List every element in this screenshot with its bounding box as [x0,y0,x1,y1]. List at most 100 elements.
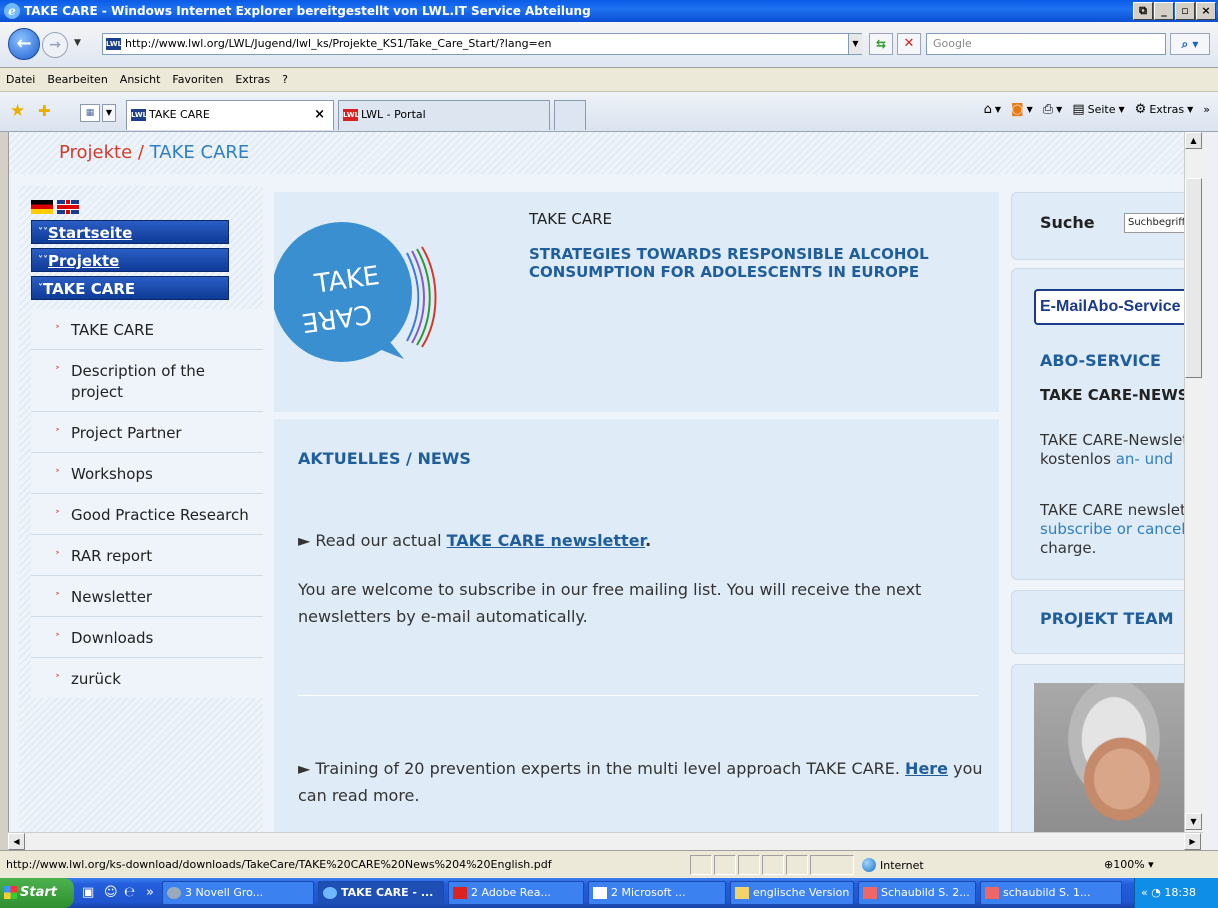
word-icon [593,887,607,899]
quicklaunch-ie-icon[interactable]: ℮ [124,885,135,900]
tray-expand-icon[interactable]: « [1141,886,1148,899]
task-schaubild-2[interactable]: Schaubild S. 2... [858,881,976,905]
read-more-link[interactable]: Here [905,759,948,778]
task-microsoft[interactable]: 2 Microsoft ... [588,881,726,905]
task-adobe[interactable]: 2 Adobe Rea... [448,881,584,905]
vertical-scroll-thumb[interactable] [1185,178,1202,378]
address-input[interactable]: LWL http://www.lwl.org/LWL/Jugend/lwl_ks… [102,33,862,55]
more-commands-button[interactable]: » [1203,103,1210,116]
task-take-care[interactable]: TAKE CARE - ... [318,881,444,905]
window-title: TAKE CARE - Windows Internet Explorer be… [24,4,591,18]
subscribe-link-en[interactable]: subscribe or cancel [1040,520,1184,539]
language-flags [31,200,79,214]
horizontal-scrollbar[interactable]: ◀ ▶ [8,832,1203,850]
subnav-item[interactable]: ˃ Downloads [31,617,263,658]
favorites-star-icon[interactable]: ★ [10,102,28,120]
quicklaunch-user-icon[interactable]: ☺ [104,885,118,900]
task-label: schaubild S. 1... [1003,886,1091,899]
search-input[interactable]: Google [926,33,1166,55]
menu-tools[interactable]: Extras [235,73,270,86]
english-flag-icon[interactable] [57,200,79,214]
subnav-item[interactable]: ˃ Good Practice Research [31,494,263,535]
forward-button[interactable]: → [42,32,68,58]
task-label: 2 Adobe Rea... [471,886,551,899]
nav-projekte[interactable]: ˅˅Projekte [31,248,229,272]
email-abo-service-banner[interactable]: E-MailAbo-Service [1034,289,1184,325]
back-button[interactable]: ← [8,28,40,60]
feeds-button[interactable]: ◙ ▼ [1011,102,1033,117]
add-favorite-icon[interactable]: ✚ [38,102,56,120]
subnav-item[interactable]: ˃ Newsletter [31,576,263,617]
zoom-icon: ⊕ [1104,858,1114,871]
task-label: 3 Novell Gro... [185,886,264,899]
security-zone[interactable]: Internet [862,858,924,872]
subnav-item[interactable]: ˃ Workshops [31,453,263,494]
site-search-input[interactable]: Suchbegriff [1124,213,1184,233]
network-icon[interactable]: ◔ [1151,886,1161,899]
tab-lwl-portal[interactable]: LWL LWL - Portal [338,100,550,130]
nav-take-care[interactable]: ˅TAKE CARE [31,276,229,300]
task-label: TAKE CARE - ... [341,886,434,899]
menu-favorites[interactable]: Favoriten [172,73,223,86]
close-button[interactable]: × [1196,2,1216,20]
nav-startseite[interactable]: ˅˅Startseite [31,220,229,244]
vertical-scrollbar[interactable]: ▲ ▼ [1184,132,1203,832]
scroll-up-icon[interactable]: ▲ [1185,132,1202,149]
quick-tabs-icon[interactable]: ▦ [80,104,100,122]
tools-menu-button[interactable]: ⚙ Extras ▼ [1135,102,1194,117]
subnav-item[interactable]: ˃ Description of the project [31,350,263,412]
project-subtitle: STRATEGIES TOWARDS RESPONSIBLE ALCOHOL C… [529,245,929,281]
abo-text: charge. [1040,539,1097,557]
clock[interactable]: 18:38 [1164,886,1196,899]
task-label: englische Version [753,886,850,899]
new-tab-button[interactable] [554,100,586,130]
subnav-label: TAKE CARE [71,321,154,339]
breadcrumb-parent[interactable]: Projekte [59,142,132,163]
task-novell[interactable]: 3 Novell Gro... [162,881,314,905]
subnav-item[interactable]: ˃ Project Partner [31,412,263,453]
subnav-item[interactable]: ˃ TAKE CARE [31,309,263,350]
tab-close-icon[interactable]: × [314,101,325,129]
menu-view[interactable]: Ansicht [120,73,161,86]
search-button[interactable]: ⌕ ▾ [1170,33,1210,55]
project-team-heading[interactable]: PROJEKT TEAM [1040,609,1174,628]
ie-icon [323,887,337,899]
stop-button[interactable]: ✕ [897,33,921,55]
folder-icon [735,887,749,899]
page-menu-label: Seite [1087,103,1116,116]
german-flag-icon[interactable] [31,200,53,214]
subnav-item[interactable]: ˃ RAR report [31,535,263,576]
subnav-item[interactable]: ˃ zurück [31,658,263,698]
history-dropdown[interactable]: ▼ [74,38,81,48]
quicklaunch-desktop-icon[interactable]: ▣ [82,885,94,900]
subscribe-link-de[interactable]: an- und [1116,450,1173,468]
project-title: TAKE CARE [529,210,612,228]
restore-icon[interactable]: ⧉ [1133,2,1153,20]
task-folder[interactable]: englische Version [730,881,854,905]
print-button[interactable]: ⎙ ▼ [1043,102,1063,117]
address-dropdown[interactable]: ▼ [848,34,862,54]
search-box: Suche Suchbegriff [1011,192,1184,260]
task-schaubild-1[interactable]: schaubild S. 1... [980,881,1122,905]
start-button[interactable]: Start [0,878,74,908]
team-photo-box [1011,664,1184,832]
menu-bar: Datei Bearbeiten Ansicht Favoriten Extra… [0,68,1218,92]
maximize-button[interactable]: ▫ [1175,2,1195,20]
zoom-level[interactable]: ⊕100% ▾ [1104,858,1154,871]
tab-list-dropdown[interactable]: ▼ [102,104,116,122]
scroll-down-icon[interactable]: ▼ [1185,813,1202,830]
quicklaunch-more-icon[interactable]: » [146,885,154,900]
menu-file[interactable]: Datei [6,73,35,86]
page-menu-button[interactable]: ▤ Seite ▼ [1072,102,1124,117]
subnav-label: Good Practice Research [71,506,249,524]
menu-help[interactable]: ? [282,73,288,86]
minimize-button[interactable]: _ [1154,2,1174,20]
scroll-left-icon[interactable]: ◀ [8,833,25,850]
tab-take-care[interactable]: LWL TAKE CARE × [126,100,334,130]
newsletter-link[interactable]: TAKE CARE newsletter [447,531,646,550]
refresh-button[interactable]: ⇆ [869,33,893,55]
home-button[interactable]: ⌂ ▼ [984,102,1001,117]
news-item-subscribe: You are welcome to subscribe in our free… [298,580,922,626]
menu-edit[interactable]: Bearbeiten [47,73,107,86]
scroll-right-icon[interactable]: ▶ [1184,833,1201,850]
